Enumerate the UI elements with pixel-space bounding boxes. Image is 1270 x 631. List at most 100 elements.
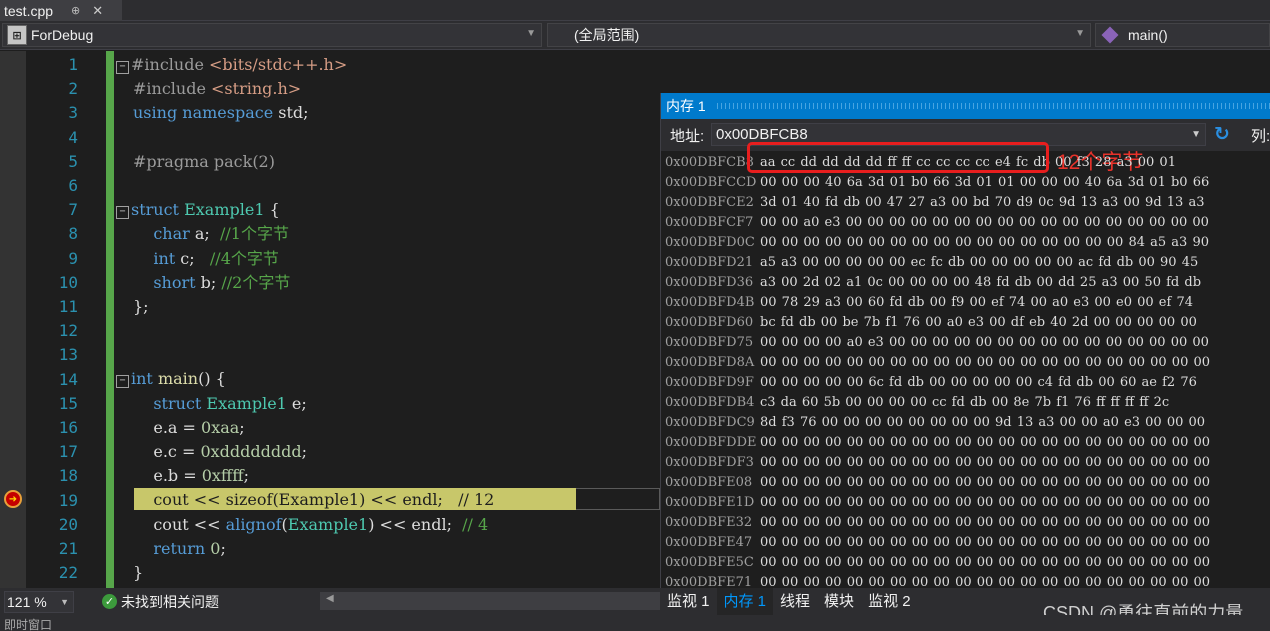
scroll-left-icon[interactable]: ◀: [326, 593, 334, 604]
refresh-icon[interactable]: ↻: [1214, 123, 1230, 146]
memory-bytes[interactable]: 8d f3 76 00 00 00 00 00 00 00 00 9d 13 a…: [760, 413, 1205, 433]
memory-bytes[interactable]: 00 00 00 00 00 00 00 00 00 00 00 00 00 0…: [760, 353, 1210, 373]
project-dropdown[interactable]: ⊞ ForDebug ▼: [2, 23, 542, 47]
memory-bytes[interactable]: a3 00 2d 02 a1 0c 00 00 00 00 48 fd db 0…: [760, 273, 1201, 293]
code-line[interactable]: cout << alignof(Example1) << endl; // 4: [116, 513, 660, 537]
code-line[interactable]: e.a = 0xaa;: [116, 416, 660, 440]
memory-bytes[interactable]: 00 00 00 00 00 00 00 00 00 00 00 00 00 0…: [760, 533, 1210, 553]
memory-bytes[interactable]: 00 00 00 00 00 00 00 00 00 00 00 00 00 0…: [760, 513, 1210, 533]
memory-bytes[interactable]: 00 00 00 40 6a 3d 01 b0 66 3d 01 01 00 0…: [760, 173, 1209, 193]
change-tracking-bar: [106, 51, 114, 588]
tool-tab[interactable]: 监视 1: [660, 588, 717, 615]
annotation-highlight-box: [747, 142, 1049, 173]
memory-address: 0x00DBFDF3: [665, 455, 754, 470]
code-line[interactable]: int c; //4个字节: [116, 247, 660, 271]
fold-toggle-icon[interactable]: −: [116, 61, 129, 74]
memory-bytes[interactable]: 00 00 00 00 00 00 00 00 00 00 00 00 00 0…: [760, 473, 1210, 493]
memory-bytes[interactable]: 3d 01 40 fd db 00 47 27 a3 00 bd 70 d9 0…: [760, 193, 1204, 213]
code-line[interactable]: [116, 319, 660, 343]
memory-window-title-bar[interactable]: 内存 1: [661, 93, 1270, 119]
code-line[interactable]: }: [116, 561, 660, 585]
memory-address: 0x00DBFDDE: [665, 435, 757, 450]
memory-bytes[interactable]: 00 00 00 00 00 00 00 00 00 00 00 00 00 0…: [760, 433, 1210, 453]
memory-bytes[interactable]: 00 00 00 00 00 00 00 00 00 00 00 00 00 0…: [760, 233, 1209, 253]
memory-bytes[interactable]: c3 da 60 5b 00 00 00 00 cc fd db 00 8e 7…: [760, 393, 1169, 413]
function-dropdown[interactable]: main(): [1095, 23, 1270, 47]
address-value: 0x00DBFCB8: [716, 126, 808, 143]
chevron-down-icon[interactable]: ▼: [1191, 124, 1201, 145]
code-line[interactable]: char a; //1个字节: [116, 222, 660, 246]
code-line[interactable]: short b; //2个字节: [116, 271, 660, 295]
issues-status[interactable]: 未找到相关问题: [121, 592, 219, 612]
line-number: 7: [68, 200, 78, 220]
code-lines[interactable]: − #include <bits/stdc++.h> #include <strin…: [116, 53, 660, 585]
breakpoint-current-statement-icon[interactable]: ➜: [4, 490, 22, 508]
tool-tab[interactable]: 模块: [817, 588, 861, 615]
line-number: 21: [58, 539, 78, 559]
memory-address: 0x00DBFE47: [665, 535, 753, 550]
line-number: 1: [68, 55, 78, 74]
line-number: 16: [58, 418, 78, 438]
code-line[interactable]: [116, 174, 660, 198]
line-number: 19: [58, 490, 78, 510]
memory-bytes[interactable]: 00 00 00 00 00 00 00 00 00 00 00 00 00 0…: [760, 453, 1210, 473]
line-number: 15: [58, 393, 78, 413]
tab-test-cpp[interactable]: test.cpp ⊕ ✕: [0, 0, 122, 21]
project-icon: ⊞: [7, 25, 27, 45]
memory-bytes[interactable]: a5 a3 00 00 00 00 00 ec fc db 00 00 00 0…: [760, 253, 1198, 273]
line-number: 10: [58, 272, 78, 292]
memory-bytes[interactable]: 00 00 00 00 a0 e3 00 00 00 00 00 00 00 0…: [760, 333, 1209, 353]
code-line[interactable]: struct Example1 e;: [116, 392, 660, 416]
line-number: 9: [68, 248, 78, 268]
chevron-down-icon: ▼: [526, 28, 536, 39]
memory-bytes[interactable]: 00 00 00 00 00 00 00 00 00 00 00 00 00 0…: [760, 493, 1210, 513]
code-line[interactable]: − #include <bits/stdc++.h>: [116, 53, 660, 77]
code-line[interactable]: using namespace std;: [116, 101, 660, 125]
zoom-level: 121 %: [7, 593, 47, 610]
scope-dropdown[interactable]: (全局范围) ▼: [547, 23, 1091, 47]
code-line[interactable]: #include <string.h>: [116, 77, 660, 101]
tool-tab[interactable]: 监视 2: [861, 588, 918, 615]
memory-address: 0x00DBFD75: [665, 335, 754, 350]
tool-tab[interactable]: 线程: [773, 588, 817, 615]
code-line[interactable]: − int main() {: [116, 367, 660, 391]
memory-address: 0x00DBFDC9: [665, 415, 755, 430]
memory-address: 0x00DBFD8A: [665, 355, 755, 370]
chevron-down-icon: ▼: [1075, 28, 1085, 39]
code-line[interactable]: [116, 126, 660, 150]
memory-bytes[interactable]: 00 00 a0 e3 00 00 00 00 00 00 00 00 00 0…: [760, 213, 1209, 233]
tool-tab[interactable]: 内存 1: [716, 588, 774, 615]
memory-bytes[interactable]: bc fd db 00 be 7b f1 76 00 a0 e3 00 df e…: [760, 313, 1197, 333]
code-line[interactable]: [116, 343, 660, 367]
memory-address: 0x00DBFD21: [665, 255, 754, 270]
line-number: 11: [58, 297, 78, 317]
code-line[interactable]: − struct Example1 {: [116, 198, 660, 222]
line-number: 14: [58, 369, 78, 389]
memory-bytes[interactable]: 00 00 00 00 00 00 00 00 00 00 00 00 00 0…: [760, 553, 1210, 573]
fold-toggle-icon[interactable]: −: [116, 375, 129, 389]
pin-icon[interactable]: ⊕: [71, 4, 80, 17]
function-icon: [1101, 26, 1119, 44]
memory-bytes[interactable]: 00 00 00 00 00 6c fd db 00 00 00 00 00 c…: [760, 373, 1197, 393]
code-line[interactable]: #pragma pack(2): [116, 150, 660, 174]
code-line[interactable]: cout << sizeof(Example1) << endl; // 12: [116, 488, 660, 512]
code-line[interactable]: };: [116, 295, 660, 319]
memory-address: 0x00DBFD0C: [665, 235, 755, 250]
fold-toggle-icon[interactable]: −: [116, 206, 129, 220]
zoom-dropdown[interactable]: 121 % ▼: [4, 590, 74, 613]
memory-address: 0x00DBFCCD: [665, 175, 757, 190]
columns-label[interactable]: 列:: [1251, 125, 1270, 146]
scope-label: (全局范围): [574, 27, 640, 43]
line-number: 12: [58, 321, 78, 341]
code-line[interactable]: return 0;: [116, 537, 660, 561]
code-line[interactable]: e.b = 0xffff;: [116, 464, 660, 488]
line-number: 20: [58, 514, 78, 534]
memory-bytes[interactable]: 00 78 29 a3 00 60 fd db 00 f9 00 ef 74 0…: [760, 293, 1193, 313]
horizontal-scrollbar[interactable]: ◀: [320, 592, 660, 610]
immediate-window-tab[interactable]: 即时窗口: [4, 618, 52, 631]
project-name: ForDebug: [31, 27, 94, 43]
code-line[interactable]: e.c = 0xdddddddd;: [116, 440, 660, 464]
code-editor[interactable]: ➜ 1 2 3 4 5 6 7 8 9 10 11 12 13 14 15 16 17 18 19 20 21 22 − #…: [0, 51, 660, 588]
line-number: 3: [68, 103, 78, 123]
close-icon[interactable]: ✕: [92, 3, 103, 19]
